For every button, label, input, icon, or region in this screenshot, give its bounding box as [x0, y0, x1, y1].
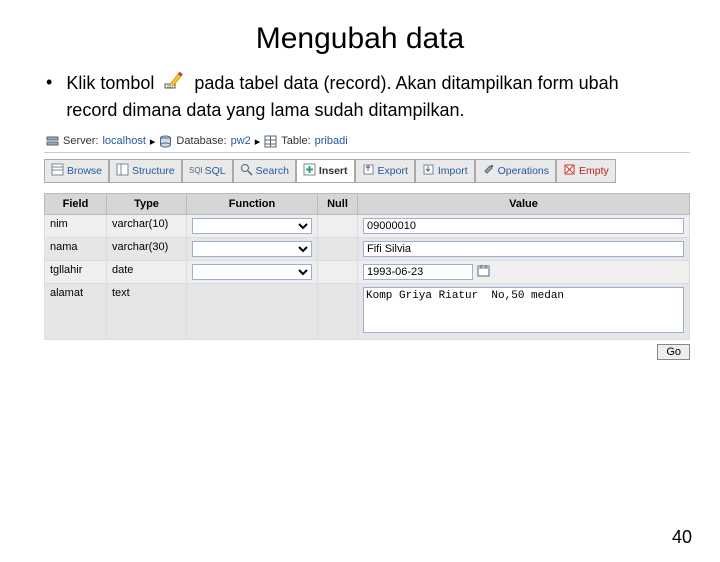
server-link[interactable]: localhost — [102, 135, 145, 147]
col-null: Null — [318, 193, 358, 214]
function-select[interactable] — [192, 218, 312, 234]
table-row: tgllahir date — [45, 260, 690, 283]
tab-insert[interactable]: Insert — [296, 159, 355, 183]
bc-sep-1: ▸ — [150, 135, 156, 148]
col-function: Function — [187, 193, 318, 214]
field-type: text — [107, 283, 187, 339]
tab-bar: Browse Structure SQL SQL Search Insert E… — [44, 159, 690, 183]
function-select[interactable] — [192, 241, 312, 257]
col-field: Field — [45, 193, 107, 214]
tab-search-label: Search — [256, 165, 289, 177]
tab-structure-label: Structure — [132, 165, 175, 177]
table-row: nama varchar(30) — [45, 237, 690, 260]
field-name: alamat — [45, 283, 107, 339]
tab-export-label: Export — [378, 165, 408, 177]
bullet-pre: Klik tombol — [66, 73, 154, 93]
tab-sql-label: SQL — [205, 165, 226, 177]
go-button[interactable]: Go — [657, 344, 690, 360]
field-type: varchar(10) — [107, 214, 187, 237]
sql-icon: SQL — [189, 163, 202, 179]
server-label: Server: — [63, 135, 98, 147]
tab-search[interactable]: Search — [233, 159, 296, 183]
table-label: Table: — [281, 135, 310, 147]
col-value: Value — [358, 193, 690, 214]
grid-header-row: Field Type Function Null Value — [45, 193, 690, 214]
value-input-tgllahir[interactable] — [363, 264, 473, 280]
tab-import[interactable]: Import — [415, 159, 475, 183]
table-icon — [264, 135, 277, 148]
bullet-dot: • — [46, 70, 52, 123]
calendar-icon[interactable] — [477, 264, 490, 280]
function-select[interactable] — [192, 264, 312, 280]
tab-empty-label: Empty — [579, 165, 609, 177]
database-label: Database: — [176, 135, 226, 147]
search-icon — [240, 163, 253, 179]
tab-sql[interactable]: SQL SQL — [182, 159, 233, 183]
tab-empty[interactable]: Empty — [556, 159, 616, 183]
browse-icon — [51, 163, 64, 179]
page-number: 40 — [672, 527, 692, 548]
database-link[interactable]: pw2 — [231, 135, 251, 147]
import-icon — [422, 163, 435, 179]
tab-insert-label: Insert — [319, 165, 348, 177]
value-textarea-alamat[interactable] — [363, 287, 684, 333]
tab-import-label: Import — [438, 165, 468, 177]
svg-text:SQL: SQL — [189, 166, 202, 175]
slide-title: Mengubah data — [0, 22, 720, 56]
table-row: alamat text — [45, 283, 690, 339]
structure-icon — [116, 163, 129, 179]
bullet-row: • Klik tombol pada tabel data (record). … — [46, 70, 674, 123]
server-icon — [46, 135, 59, 148]
breadcrumb: Server: localhost ▸ Database: pw2 ▸ Tabl… — [44, 131, 690, 153]
insert-grid: Field Type Function Null Value nim varch… — [44, 193, 690, 340]
value-input-nama[interactable] — [363, 241, 684, 257]
insert-icon — [303, 163, 316, 179]
value-input-nim[interactable] — [363, 218, 684, 234]
field-name: nama — [45, 237, 107, 260]
empty-icon — [563, 163, 576, 179]
table-link[interactable]: pribadi — [315, 135, 348, 147]
tab-browse[interactable]: Browse — [44, 159, 109, 183]
tab-structure[interactable]: Structure — [109, 159, 182, 183]
go-bar: Go — [44, 344, 690, 360]
tab-browse-label: Browse — [67, 165, 102, 177]
col-type: Type — [107, 193, 187, 214]
bullet-text: Klik tombol pada tabel data (record). Ak… — [66, 70, 674, 123]
field-name: tgllahir — [45, 260, 107, 283]
tab-operations[interactable]: Operations — [475, 159, 556, 183]
bc-sep-2: ▸ — [255, 135, 261, 148]
field-type: varchar(30) — [107, 237, 187, 260]
phpmyadmin-panel: Server: localhost ▸ Database: pw2 ▸ Tabl… — [44, 131, 690, 360]
export-icon — [362, 163, 375, 179]
field-name: nim — [45, 214, 107, 237]
operations-icon — [482, 163, 495, 179]
edit-pencil-icon — [161, 70, 187, 98]
tab-operations-label: Operations — [498, 165, 549, 177]
tab-export[interactable]: Export — [355, 159, 415, 183]
table-row: nim varchar(10) — [45, 214, 690, 237]
database-icon — [159, 135, 172, 148]
field-type: date — [107, 260, 187, 283]
